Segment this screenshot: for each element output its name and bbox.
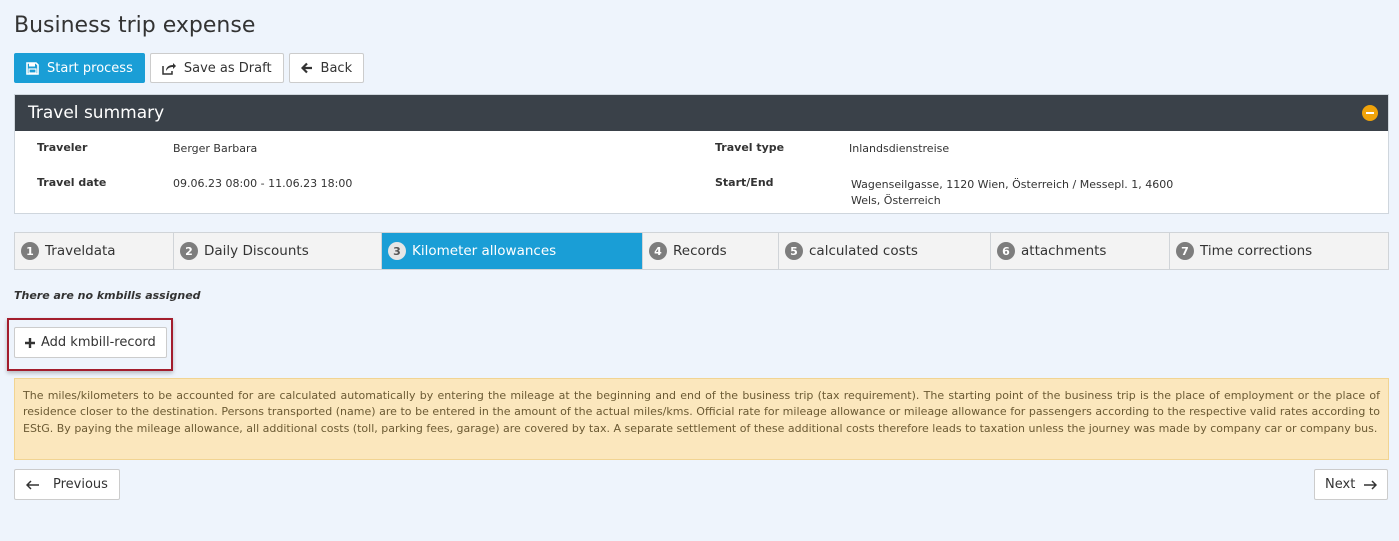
tab-label: Kilometer allowances xyxy=(412,243,557,259)
traveler-label: Traveler xyxy=(37,141,88,154)
add-kmbill-button[interactable]: Add kmbill-record xyxy=(14,327,167,358)
save-draft-button[interactable]: Save as Draft xyxy=(149,53,284,83)
step-number: 6 xyxy=(997,242,1015,260)
arrow-left-icon xyxy=(300,62,312,74)
travel-date-label: Travel date xyxy=(37,176,107,189)
step-number: 7 xyxy=(1176,242,1194,260)
tab-records[interactable]: 4 Records xyxy=(643,233,779,269)
step-tabs: 1 Traveldata 2 Daily Discounts 3 Kilomet… xyxy=(14,232,1389,270)
travel-type-value: Inlandsdienstreise xyxy=(849,142,950,155)
tab-label: Time corrections xyxy=(1200,243,1313,259)
add-kmbill-label: Add kmbill-record xyxy=(41,335,156,350)
tab-label: attachments xyxy=(1021,243,1107,259)
back-label: Back xyxy=(320,60,353,76)
tab-label: calculated costs xyxy=(809,243,918,259)
step-number: 4 xyxy=(649,242,667,260)
arrow-right-icon xyxy=(1364,479,1378,490)
tab-traveldata[interactable]: 1 Traveldata xyxy=(15,233,174,269)
travel-summary-header[interactable]: Travel summary xyxy=(15,95,1388,131)
arrow-left-icon xyxy=(26,479,39,490)
tab-label: Traveldata xyxy=(45,243,116,259)
previous-label: Previous xyxy=(53,477,108,492)
traveler-value: Berger Barbara xyxy=(173,142,258,155)
next-button[interactable]: Next xyxy=(1314,469,1389,500)
tab-label: Daily Discounts xyxy=(204,243,309,259)
page-title: Business trip expense xyxy=(14,13,256,38)
save-draft-label: Save as Draft xyxy=(183,60,272,76)
previous-button[interactable]: Previous xyxy=(14,469,120,500)
start-end-label: Start/End xyxy=(715,176,774,189)
tab-calculated-costs[interactable]: 5 calculated costs xyxy=(779,233,991,269)
start-end-value-line1: Wagenseilgasse, 1120 Wien, Österreich / … xyxy=(851,178,1174,191)
tab-label: Records xyxy=(673,243,727,259)
tab-kilometer-allowances[interactable]: 3 Kilometer allowances xyxy=(382,233,643,269)
collapse-icon[interactable] xyxy=(1362,105,1378,121)
start-end-value-line2: Wels, Österreich xyxy=(851,194,941,207)
tab-time-corrections[interactable]: 7 Time corrections xyxy=(1170,233,1388,269)
step-number: 3 xyxy=(388,242,406,260)
back-button[interactable]: Back xyxy=(288,53,365,83)
mileage-info-alert: The miles/kilometers to be accounted for… xyxy=(14,378,1389,460)
next-label: Next xyxy=(1325,477,1356,492)
save-icon xyxy=(26,61,39,75)
empty-kmbills-note: There are no kmbills assigned xyxy=(14,289,201,302)
start-process-label: Start process xyxy=(47,60,133,76)
tab-daily-discounts[interactable]: 2 Daily Discounts xyxy=(174,233,382,269)
plus-icon xyxy=(25,337,35,348)
step-number: 5 xyxy=(785,242,803,260)
step-number: 2 xyxy=(180,242,198,260)
tab-attachments[interactable]: 6 attachments xyxy=(991,233,1170,269)
toolbar: Start process Save as Draft Back xyxy=(14,53,365,83)
start-process-button[interactable]: Start process xyxy=(14,53,145,83)
travel-summary-title: Travel summary xyxy=(28,103,165,123)
share-icon xyxy=(162,62,176,75)
travel-summary-panel: Travel summary Traveler Berger Barbara T… xyxy=(14,94,1389,214)
step-number: 1 xyxy=(21,242,39,260)
travel-date-value: 09.06.23 08:00 - 11.06.23 18:00 xyxy=(173,177,353,190)
travel-type-label: Travel type xyxy=(715,141,785,154)
